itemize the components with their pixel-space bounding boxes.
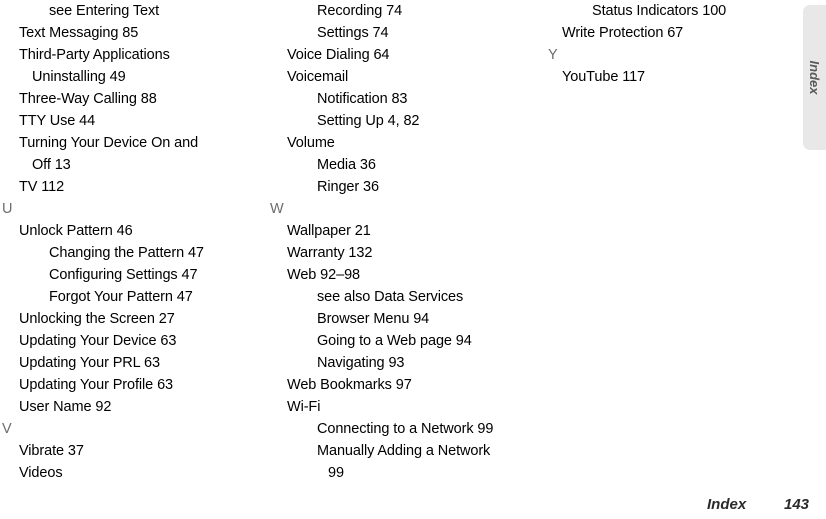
index-column-3: Status Indicators 100 Write Protection 67… — [548, 0, 798, 88]
index-entry[interactable]: Web Bookmarks 97 — [270, 374, 522, 396]
index-entry[interactable]: Write Protection 67 — [548, 22, 798, 44]
index-entry[interactable]: Uninstalling 49 — [2, 66, 254, 88]
index-entry[interactable]: YouTube 117 — [548, 66, 798, 88]
index-entry[interactable]: Status Indicators 100 — [548, 0, 798, 22]
index-entry[interactable]: Navigating 93 — [270, 352, 522, 374]
index-entry[interactable]: Browser Menu 94 — [270, 308, 522, 330]
index-letter-heading: V — [2, 421, 12, 437]
index-entry[interactable]: Configuring Settings 47 — [2, 264, 254, 286]
index-entry[interactable]: Updating Your PRL 63 — [2, 352, 254, 374]
index-letter-heading: Y — [548, 47, 558, 63]
index-entry[interactable]: Unlock Pattern 46 — [2, 220, 254, 242]
index-entry[interactable]: Off 13 — [2, 154, 254, 176]
index-entry[interactable]: Settings 74 — [270, 22, 522, 44]
index-entry[interactable]: Updating Your Profile 63 — [2, 374, 254, 396]
index-entry[interactable]: Going to a Web page 94 — [270, 330, 522, 352]
index-entry[interactable]: Unlocking the Screen 27 — [2, 308, 254, 330]
index-entry[interactable]: Manually Adding a Network — [270, 440, 522, 462]
side-tab-label: Index — [807, 60, 822, 95]
index-entry[interactable]: Wi-Fi — [270, 396, 522, 418]
index-entry[interactable]: Setting Up 4, 82 — [270, 110, 522, 132]
index-entry[interactable]: Updating Your Device 63 — [2, 330, 254, 352]
index-entry[interactable]: Web 92–98 — [270, 264, 522, 286]
footer-section-label: Index — [707, 496, 747, 513]
index-page: { "page": { "title": "Index", "page_numb… — [0, 0, 826, 519]
index-entry[interactable]: Volume — [270, 132, 522, 154]
footer-page-number: 143 — [784, 496, 810, 513]
index-entry[interactable]: Wallpaper 21 — [270, 220, 522, 242]
index-entry[interactable]: Forgot Your Pattern 47 — [2, 286, 254, 308]
index-entry[interactable]: Vibrate 37 — [2, 440, 254, 462]
index-entry[interactable]: Three-Way Calling 88 — [2, 88, 254, 110]
index-column-1: see Entering Text Text Messaging 85 Third-… — [2, 0, 254, 484]
index-entry[interactable]: Turning Your Device On and — [2, 132, 254, 154]
index-entry[interactable]: Voice Dialing 64 — [270, 44, 522, 66]
index-entry[interactable]: see also Data Services — [270, 286, 522, 308]
index-entry[interactable]: Ringer 36 — [270, 176, 522, 198]
index-entry[interactable]: TTY Use 44 — [2, 110, 254, 132]
index-entry[interactable]: Recording 74 — [270, 0, 522, 22]
index-columns: see Entering Text Text Messaging 85 Third-… — [0, 0, 826, 490]
side-tab-index[interactable]: Index — [803, 5, 826, 150]
index-entry[interactable]: Notification 83 — [270, 88, 522, 110]
index-entry[interactable]: Media 36 — [270, 154, 522, 176]
index-entry[interactable]: Changing the Pattern 47 — [2, 242, 254, 264]
page-footer: Index 143 — [0, 496, 826, 519]
index-entry[interactable]: User Name 92 — [2, 396, 254, 418]
index-entry[interactable]: see Entering Text — [2, 0, 254, 22]
index-entry[interactable]: TV 112 — [2, 176, 254, 198]
index-entry[interactable]: Text Messaging 85 — [2, 22, 254, 44]
index-entry[interactable]: Warranty 132 — [270, 242, 522, 264]
index-column-2: Recording 74 Settings 74 Voice Dialing 64 V… — [270, 0, 522, 484]
index-letter-heading: U — [2, 201, 13, 217]
index-entry[interactable]: Voicemail — [270, 66, 522, 88]
index-entry[interactable]: Connecting to a Network 99 — [270, 418, 522, 440]
index-entry[interactable]: Videos — [2, 462, 254, 484]
index-entry[interactable]: Third-Party Applications — [2, 44, 254, 66]
index-entry[interactable]: 99 — [270, 462, 522, 484]
index-letter-heading: W — [270, 201, 284, 217]
